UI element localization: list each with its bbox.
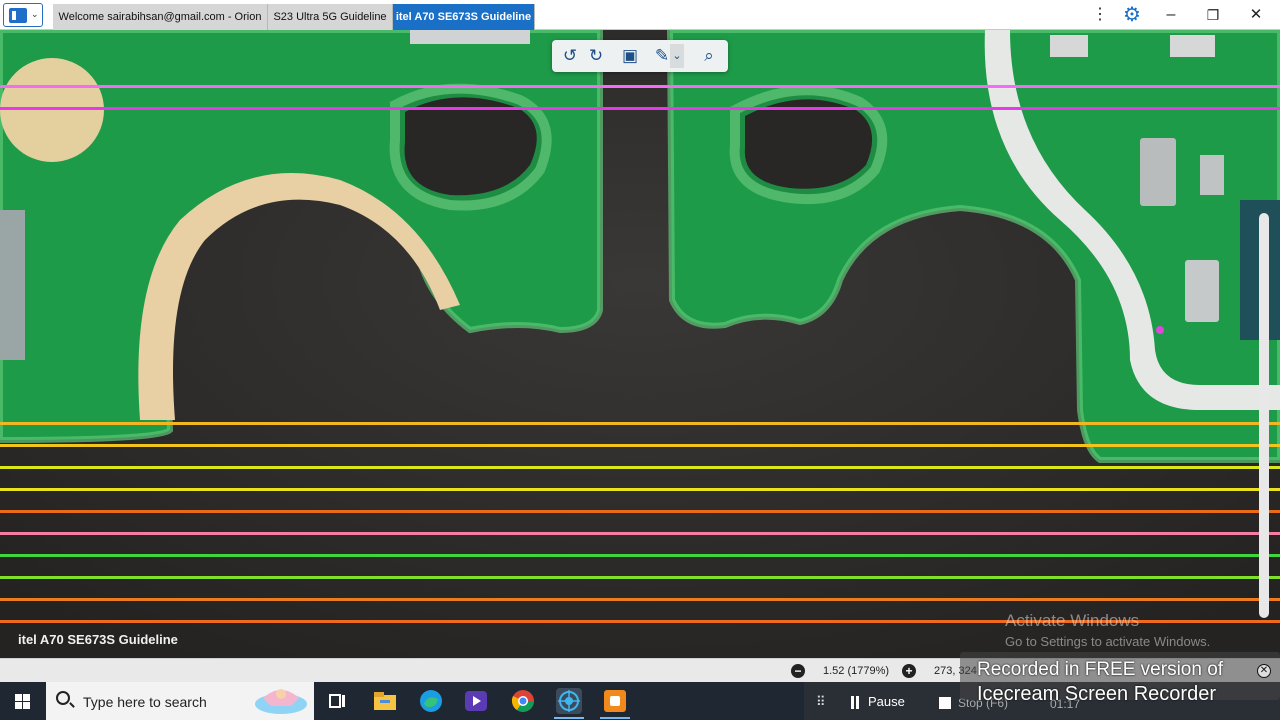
active-app-indicator <box>554 717 584 719</box>
chrome-browser-icon[interactable] <box>510 688 536 714</box>
app-logo-icon <box>9 8 27 23</box>
guideline-trace[interactable] <box>0 422 1280 425</box>
fit-screen-icon[interactable]: ▣ <box>618 44 642 68</box>
minimize-button[interactable]: – <box>1156 2 1186 28</box>
search-placeholder: Type here to search <box>83 694 207 710</box>
close-watermark-icon[interactable]: ✕ <box>1257 664 1271 678</box>
running-app-indicator <box>600 717 630 719</box>
title-bar: ⌄ Welcome sairabihsan@gmail.com - Orion … <box>0 0 1280 30</box>
orion-app-icon[interactable] <box>556 688 582 714</box>
pause-icon[interactable] <box>851 696 854 709</box>
pause-button[interactable]: Pause <box>868 694 905 709</box>
start-button[interactable] <box>0 682 46 720</box>
app-menu-button[interactable]: ⌄ <box>3 3 43 27</box>
guideline-trace[interactable] <box>0 532 1280 535</box>
guideline-trace[interactable] <box>0 598 1280 601</box>
video-editor-icon[interactable] <box>463 688 489 714</box>
guideline-trace[interactable] <box>0 85 1280 88</box>
more-options-icon[interactable]: ⋮ <box>1085 2 1115 28</box>
pcb-image <box>0 30 1280 658</box>
file-explorer-icon[interactable] <box>372 688 398 714</box>
edge-browser-icon[interactable] <box>418 688 444 714</box>
settings-gear-icon[interactable]: ⚙ <box>1117 2 1147 28</box>
zoom-out-button[interactable]: − <box>791 664 805 678</box>
stop-icon[interactable] <box>939 697 951 709</box>
icecream-recorder-icon[interactable] <box>602 688 628 714</box>
recorder-watermark-line1: Recorded in FREE version of <box>977 659 1224 680</box>
recorder-watermark-line2: Icecream Screen Recorder <box>977 683 1216 705</box>
guideline-trace[interactable] <box>0 107 1280 110</box>
activate-windows-title: Activate Windows <box>1005 611 1140 630</box>
drag-handle-icon[interactable]: ⠿ <box>816 694 826 710</box>
tab-itel-a70-guideline[interactable]: itel A70 SE673S Guideline <box>393 4 535 30</box>
vertical-scrollbar[interactable] <box>1259 213 1269 618</box>
tab-welcome[interactable]: Welcome sairabihsan@gmail.com - Orion <box>53 4 268 30</box>
tab-s23-ultra-guideline[interactable]: S23 Ultra 5G Guideline <box>268 4 393 30</box>
activate-windows-subtitle: Go to Settings to activate Windows. <box>1005 634 1211 649</box>
restore-button[interactable]: ❐ <box>1198 2 1228 28</box>
search-highlight-art <box>255 689 307 714</box>
guideline-trace[interactable] <box>0 510 1280 513</box>
image-viewer[interactable] <box>0 30 1280 658</box>
guideline-trace[interactable] <box>0 488 1280 491</box>
rotate-left-icon[interactable]: ↺ <box>558 44 582 68</box>
search-icon <box>56 691 70 705</box>
guideline-trace[interactable] <box>0 466 1280 469</box>
zoom-in-button[interactable]: + <box>902 664 916 678</box>
search-icon[interactable]: ⌕ <box>697 44 721 68</box>
guideline-trace[interactable] <box>0 444 1280 447</box>
windows-logo-icon <box>15 694 22 701</box>
guideline-trace[interactable] <box>0 576 1280 579</box>
taskbar-search-box[interactable]: Type here to search <box>46 682 314 720</box>
zoom-level: 1.52 (1779%) <box>823 665 890 677</box>
rotate-right-icon[interactable]: ↻ <box>584 44 608 68</box>
close-button[interactable]: ✕ <box>1241 2 1271 28</box>
chevron-down-icon: ⌄ <box>31 9 39 19</box>
viewer-toolbar: ↺ ↻ ▣ ✎ ⌄ ⌕ <box>552 40 728 72</box>
task-view-icon[interactable] <box>325 688 351 714</box>
image-caption: itel A70 SE673S Guideline <box>18 632 178 647</box>
guideline-trace[interactable] <box>0 554 1280 557</box>
chevron-down-icon[interactable]: ⌄ <box>670 44 684 68</box>
